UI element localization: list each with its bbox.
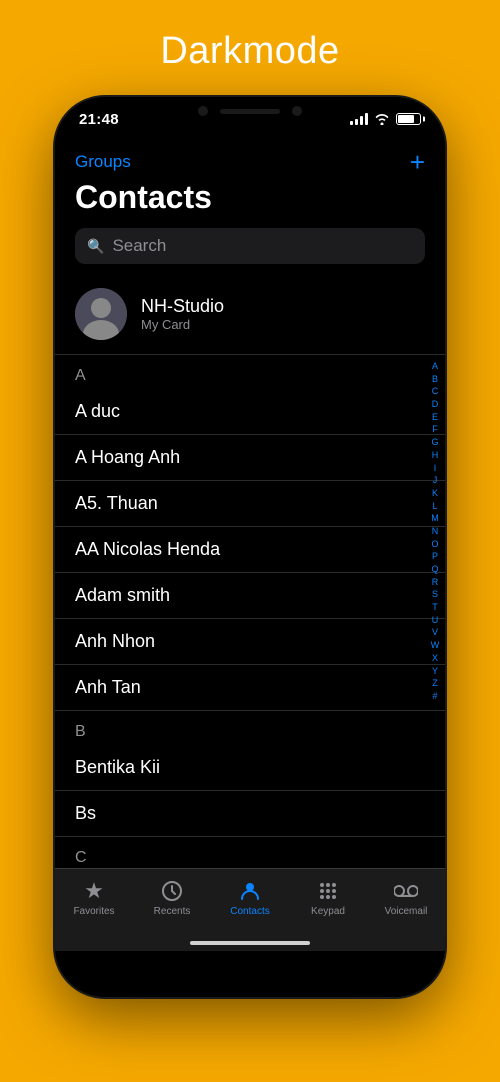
alpha-x[interactable]: X	[429, 653, 441, 665]
camera-dot	[198, 106, 208, 116]
contact-item[interactable]: Anh Nhon	[55, 619, 445, 665]
my-card-info: NH-Studio My Card	[141, 296, 224, 332]
faceid-dot	[292, 106, 302, 116]
status-time: 21:48	[79, 111, 119, 128]
contact-name: Adam smith	[75, 585, 170, 605]
wifi-icon	[374, 113, 390, 125]
search-placeholder: Search	[112, 236, 166, 256]
favorites-icon: ★	[82, 879, 106, 903]
speaker-grill	[220, 109, 280, 114]
contact-name: Bs	[75, 803, 96, 823]
groups-button[interactable]: Groups	[75, 152, 131, 172]
tab-contacts-label: Contacts	[230, 906, 269, 917]
tab-recents[interactable]: Recents	[137, 879, 207, 917]
contact-name: A5. Thuan	[75, 493, 158, 513]
notch	[170, 97, 330, 125]
alpha-u[interactable]: U	[429, 615, 441, 627]
section-header-a: A	[55, 355, 445, 389]
tab-bar: ★ Favorites Recents	[55, 868, 445, 951]
my-card[interactable]: NH-Studio My Card	[55, 280, 445, 355]
tab-contacts[interactable]: Contacts	[215, 879, 285, 917]
alpha-d[interactable]: D	[429, 399, 441, 411]
contact-name: A duc	[75, 401, 120, 421]
contact-item[interactable]: AA Nicolas Henda	[55, 527, 445, 573]
contact-item[interactable]: A Hoang Anh	[55, 435, 445, 481]
phone-frame: 21:48 Groups + Contact	[55, 97, 445, 997]
my-card-name: NH-Studio	[141, 296, 224, 317]
alpha-a[interactable]: A	[429, 361, 441, 373]
contact-item[interactable]: Bs	[55, 791, 445, 837]
keypad-icon	[316, 879, 340, 903]
alpha-z[interactable]: Z	[429, 678, 441, 690]
contacts-list[interactable]: NH-Studio My Card A A duc A Hoang Anh A5…	[55, 280, 445, 951]
tab-keypad-label: Keypad	[311, 906, 345, 917]
tab-favorites[interactable]: ★ Favorites	[59, 879, 129, 917]
home-indicator	[190, 941, 310, 945]
alpha-h[interactable]: H	[429, 450, 441, 462]
tab-voicemail[interactable]: Voicemail	[371, 879, 441, 917]
section-header-c: C	[55, 837, 445, 871]
alpha-t[interactable]: T	[429, 602, 441, 614]
contact-name: Anh Tan	[75, 677, 141, 697]
section-header-b: B	[55, 711, 445, 745]
alpha-g[interactable]: G	[429, 437, 441, 449]
alpha-v[interactable]: V	[429, 627, 441, 639]
alpha-y[interactable]: Y	[429, 666, 441, 678]
alpha-hash[interactable]: #	[429, 691, 441, 703]
avatar	[75, 288, 127, 340]
contact-item[interactable]: Bentika Kii	[55, 745, 445, 791]
alpha-c[interactable]: C	[429, 386, 441, 398]
alpha-b[interactable]: B	[429, 374, 441, 386]
alphabet-index[interactable]: A B C D E F G H I J K L M N O P Q R S T …	[429, 361, 441, 703]
contact-name: A Hoang Anh	[75, 447, 180, 467]
recents-icon	[160, 879, 184, 903]
my-card-label: My Card	[141, 317, 224, 332]
voicemail-icon	[394, 879, 418, 903]
search-icon: 🔍	[87, 238, 104, 255]
tab-favorites-label: Favorites	[73, 906, 114, 917]
alpha-q[interactable]: Q	[429, 564, 441, 576]
page-title: Darkmode	[160, 30, 339, 73]
tab-recents-label: Recents	[154, 906, 191, 917]
contacts-heading: Contacts	[75, 179, 425, 216]
alpha-l[interactable]: L	[429, 501, 441, 513]
contact-name: Bentika Kii	[75, 757, 160, 777]
contacts-icon	[238, 879, 262, 903]
battery-icon	[396, 113, 421, 125]
contact-item[interactable]: Adam smith	[55, 573, 445, 619]
contacts-header: Groups + Contacts 🔍 Search	[55, 141, 445, 280]
contact-item[interactable]: Anh Tan	[55, 665, 445, 711]
screen: Groups + Contacts 🔍 Search	[55, 141, 445, 951]
alpha-j[interactable]: J	[429, 475, 441, 487]
add-contact-button[interactable]: +	[410, 149, 425, 175]
contact-name: Anh Nhon	[75, 631, 155, 651]
contact-item[interactable]: A5. Thuan	[55, 481, 445, 527]
alpha-k[interactable]: K	[429, 488, 441, 500]
signal-icon	[350, 113, 368, 125]
alpha-f[interactable]: F	[429, 424, 441, 436]
alpha-o[interactable]: O	[429, 539, 441, 551]
search-bar[interactable]: 🔍 Search	[75, 228, 425, 264]
alpha-p[interactable]: P	[429, 551, 441, 563]
alpha-r[interactable]: R	[429, 577, 441, 589]
tab-keypad[interactable]: Keypad	[293, 879, 363, 917]
alpha-n[interactable]: N	[429, 526, 441, 538]
alpha-s[interactable]: S	[429, 589, 441, 601]
contact-item[interactable]: A duc	[55, 389, 445, 435]
alpha-i[interactable]: I	[429, 463, 441, 475]
groups-row: Groups +	[75, 149, 425, 175]
tab-voicemail-label: Voicemail	[385, 906, 428, 917]
alpha-w[interactable]: W	[429, 640, 441, 652]
contact-name: AA Nicolas Henda	[75, 539, 220, 559]
alpha-m[interactable]: M	[429, 513, 441, 525]
status-icons	[350, 113, 421, 125]
alpha-e[interactable]: E	[429, 412, 441, 424]
